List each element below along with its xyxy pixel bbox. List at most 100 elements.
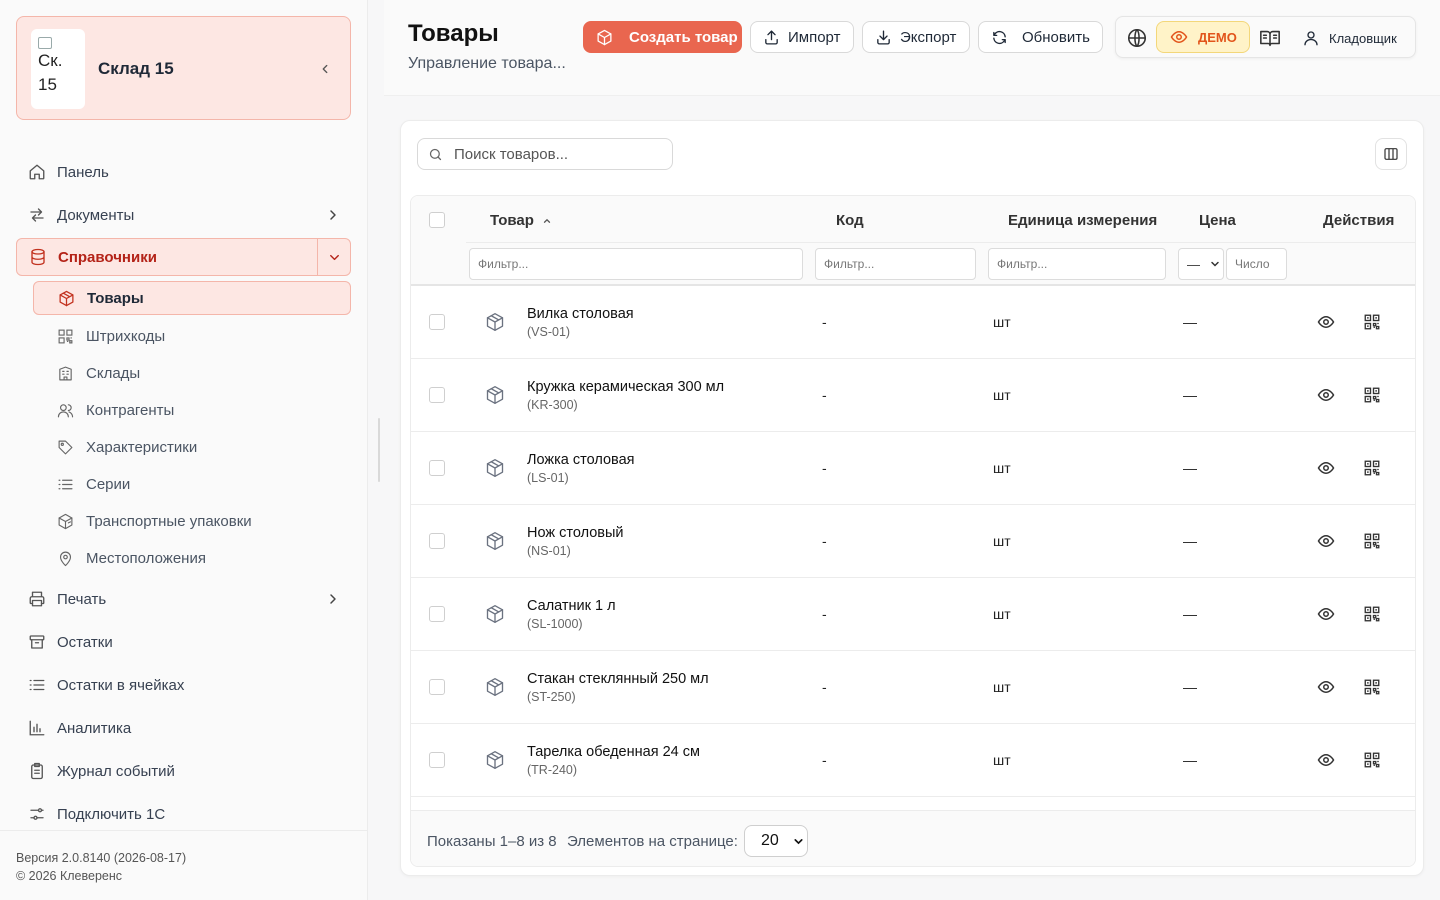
table-row[interactable]: Тарелка обеденная 24 см (TR-240) - шт —: [411, 724, 1415, 797]
nav-characteristics[interactable]: Характеристики: [33, 430, 351, 464]
product-name[interactable]: Ложка столовая: [527, 452, 635, 468]
nav-print[interactable]: Печать: [16, 580, 351, 618]
column-header-unit[interactable]: Единица измерения: [1008, 212, 1157, 229]
nav-dashboard[interactable]: Панель: [16, 153, 351, 191]
product-unit: шт: [993, 314, 1011, 330]
package-icon: [58, 513, 73, 529]
row-checkbox[interactable]: [429, 314, 445, 330]
nav-locations[interactable]: Местоположения: [33, 541, 351, 575]
filter-unit-input[interactable]: [988, 248, 1166, 280]
nav-locations-label: Местоположения: [86, 549, 206, 567]
warehouse-switcher[interactable]: Ск. 15 Склад 15: [16, 16, 351, 120]
column-header-code[interactable]: Код: [836, 212, 864, 229]
nav-products[interactable]: Товары: [33, 281, 351, 315]
filter-price-number-input[interactable]: [1226, 248, 1287, 280]
page-size-select[interactable]: 20: [744, 825, 808, 857]
database-icon: [31, 248, 45, 266]
nav-analytics[interactable]: Аналитика: [16, 709, 351, 747]
table-row[interactable]: Нож столовый (NS-01) - шт —: [411, 505, 1415, 578]
user-icon: [1304, 31, 1318, 46]
refresh-button[interactable]: Обновить: [978, 21, 1103, 53]
qr-code-icon[interactable]: [1363, 751, 1381, 769]
product-name[interactable]: Тарелка обеденная 24 см: [527, 744, 700, 760]
globe-icon[interactable]: [1126, 27, 1148, 49]
broken-image-icon: [38, 37, 52, 49]
nav-counterparties-label: Контрагенты: [86, 401, 175, 419]
select-all-checkbox[interactable]: [429, 212, 445, 228]
filter-code-input[interactable]: [815, 248, 976, 280]
nav-connect-1c[interactable]: Подключить 1С: [16, 795, 351, 833]
warehouse-logo: Ск. 15: [31, 29, 85, 109]
row-checkbox[interactable]: [429, 387, 445, 403]
row-checkbox[interactable]: [429, 606, 445, 622]
page-title: Товары: [408, 20, 499, 47]
product-name[interactable]: Стакан стеклянный 250 мл: [527, 671, 709, 687]
row-checkbox[interactable]: [429, 533, 445, 549]
product-name[interactable]: Кружка керамическая 300 мл: [527, 379, 724, 395]
row-checkbox[interactable]: [429, 460, 445, 476]
products-table: Товар Код Единица измерения Цена Действи…: [410, 195, 1416, 867]
nav-barcodes[interactable]: Штрихкоды: [33, 319, 351, 353]
table-footer: Показаны 1–8 из 8 Элементов на странице:…: [411, 810, 1415, 866]
qr-code-icon[interactable]: [1363, 313, 1381, 331]
catalogs-expand-toggle[interactable]: [317, 239, 350, 275]
page-header: Товары Управление товара... Создать това…: [384, 0, 1440, 96]
nav-catalogs[interactable]: Справочники: [16, 238, 351, 276]
app-version: Версия 2.0.8140 (2026-08-17): [16, 851, 187, 865]
book-open-icon[interactable]: [1259, 27, 1281, 49]
export-button[interactable]: Экспорт: [862, 21, 970, 53]
qr-code-icon[interactable]: [1363, 386, 1381, 404]
view-eye-icon[interactable]: [1317, 386, 1335, 404]
nav-event-log[interactable]: Журнал событий: [16, 752, 351, 790]
sidebar-resize-handle[interactable]: [378, 418, 380, 482]
table-row[interactable]: Стакан стеклянный 250 мл (ST-250) - шт —: [411, 651, 1415, 724]
download-icon: [877, 29, 890, 45]
search-box[interactable]: [417, 138, 673, 170]
user-menu[interactable]: Кладовщик: [1302, 27, 1397, 49]
product-price: —: [1183, 314, 1197, 330]
table-row[interactable]: Вилка столовая (VS-01) - шт —: [411, 286, 1415, 359]
nav-catalogs-label: Справочники: [58, 248, 157, 266]
archive-icon: [29, 635, 45, 649]
qr-code-icon[interactable]: [1363, 459, 1381, 477]
nav-series[interactable]: Серии: [33, 467, 351, 501]
qr-code-icon[interactable]: [1363, 605, 1381, 623]
row-checkbox[interactable]: [429, 752, 445, 768]
table-row[interactable]: Салатник 1 л (SL-1000) - шт —: [411, 578, 1415, 651]
demo-mode-badge[interactable]: ДЕМО: [1156, 21, 1250, 53]
chevron-right-icon: [330, 210, 336, 220]
view-eye-icon[interactable]: [1317, 678, 1335, 696]
product-name[interactable]: Салатник 1 л: [527, 598, 616, 614]
view-eye-icon[interactable]: [1317, 313, 1335, 331]
create-product-button[interactable]: Создать товар: [583, 21, 742, 53]
filter-price-operator-select[interactable]: —: [1178, 248, 1224, 280]
column-header-product[interactable]: Товар: [490, 212, 552, 229]
nav-cell-stock[interactable]: Остатки в ячейках: [16, 666, 351, 704]
row-checkbox[interactable]: [429, 679, 445, 695]
view-eye-icon[interactable]: [1317, 532, 1335, 550]
table-row[interactable]: Кружка керамическая 300 мл (KR-300) - шт…: [411, 359, 1415, 432]
view-eye-icon[interactable]: [1317, 605, 1335, 623]
qr-code-icon[interactable]: [1363, 678, 1381, 696]
column-settings-button[interactable]: [1375, 138, 1407, 170]
nav-warehouses[interactable]: Склады: [33, 356, 351, 390]
column-header-price[interactable]: Цена: [1199, 212, 1236, 229]
collapse-sidebar-button[interactable]: [313, 57, 337, 81]
nav-transport-packs[interactable]: Транспортные упаковки: [33, 504, 351, 538]
product-name[interactable]: Вилка столовая: [527, 306, 634, 322]
nav-stock[interactable]: Остатки: [16, 623, 351, 661]
view-eye-icon[interactable]: [1317, 459, 1335, 477]
page-size-label: Элементов на странице:: [567, 833, 738, 850]
qr-code-icon[interactable]: [1363, 532, 1381, 550]
chevron-left-icon: [322, 64, 328, 74]
nav-documents[interactable]: Документы: [16, 196, 351, 234]
import-button[interactable]: Импорт: [750, 21, 854, 53]
nav-counterparties[interactable]: Контрагенты: [33, 393, 351, 427]
product-price: —: [1183, 533, 1197, 549]
product-name[interactable]: Нож столовый: [527, 525, 624, 541]
view-eye-icon[interactable]: [1317, 751, 1335, 769]
table-row[interactable]: Ложка столовая (LS-01) - шт —: [411, 432, 1415, 505]
filter-product-input[interactable]: [469, 248, 803, 280]
chevron-right-icon: [330, 594, 336, 604]
search-input[interactable]: [454, 145, 654, 163]
